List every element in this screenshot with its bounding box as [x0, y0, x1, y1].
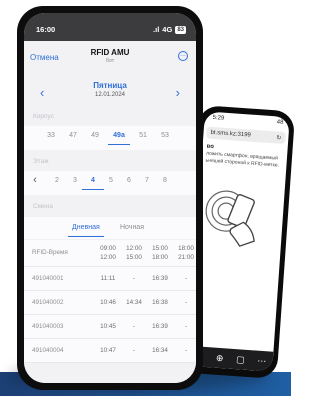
floor-option[interactable]: 7 — [138, 177, 156, 184]
time-cell: 14:34 — [126, 299, 142, 306]
time-cell: 16:38 — [152, 299, 168, 306]
page-subtitle: бот — [105, 58, 115, 64]
building-picker: 33 47 49 49a 51 53 — [24, 126, 196, 150]
table-header-label: RFID-Время — [32, 249, 68, 256]
column-header: 15:00 18:00 — [152, 245, 168, 261]
plus-icon[interactable]: ⊕ — [216, 352, 224, 363]
rfid-tap-illustration — [205, 190, 255, 247]
floor-option[interactable]: 2 — [48, 177, 66, 184]
time-cell: 10:45 — [100, 323, 116, 330]
back-url-text: bt.sms.kz:3199 — [210, 129, 252, 139]
bot-sheet: Отмена RFID AMU бот … ‹ Пятница 12.01.20… — [24, 43, 196, 383]
day-selector: ‹ Пятница 12.01.2024 › — [24, 75, 196, 109]
page-title: RFID AMU — [90, 48, 130, 57]
time-cell: - — [184, 323, 188, 330]
nav-bar: Отмена RFID AMU бот … — [24, 43, 196, 71]
column-header: 09:00 12:00 — [100, 245, 116, 261]
rfid-id: 491040002 — [32, 299, 64, 306]
ellipsis-circle-icon[interactable]: … — [178, 51, 188, 61]
floor-option[interactable]: 6 — [120, 177, 138, 184]
building-label: Корпус — [33, 113, 54, 120]
attendance-table: RFID-Время 09:00 12:00 12:00 15:00 15:00 18… — [24, 240, 196, 363]
rfid-id: 491040003 — [32, 323, 64, 330]
building-option[interactable]: 33 — [42, 132, 60, 139]
day-name: Пятница — [93, 81, 127, 90]
day-date: 12.01.2024 — [94, 92, 126, 98]
front-phone-screen: 16:00 .ıl 4G 83 Отмена RFID AMU бот … ‹ … — [24, 13, 196, 383]
reload-icon[interactable]: ↻ — [276, 134, 282, 141]
time-cell: - — [132, 323, 136, 330]
front-phone: 16:00 .ıl 4G 83 Отмена RFID AMU бот … ‹ … — [17, 6, 203, 390]
building-option[interactable]: 53 — [156, 132, 174, 139]
floor-option-selected[interactable]: 4 — [82, 177, 104, 190]
network-label: 4G — [162, 25, 173, 34]
building-option[interactable]: 51 — [134, 132, 152, 139]
table-header-row: RFID-Время 09:00 12:00 12:00 15:00 15:00 18… — [24, 240, 196, 267]
shift-label: Смена — [33, 203, 53, 210]
time-cell: - — [184, 299, 188, 306]
status-right: .ıl 4G 83 — [153, 25, 186, 34]
time-cell: - — [184, 275, 188, 282]
time-cell: 11:11 — [100, 275, 116, 282]
chevron-left-icon[interactable]: ‹ — [26, 174, 44, 186]
battery-icon: 83 — [175, 25, 186, 34]
time-cell: 16:39 — [152, 323, 168, 330]
chevron-right-icon[interactable]: › — [176, 85, 180, 100]
back-battery: 48 — [276, 119, 284, 126]
tab-day-shift[interactable]: Дневная — [68, 224, 104, 237]
tab-night-shift[interactable]: Ночная — [120, 224, 144, 231]
rfid-id: 491040001 — [32, 275, 64, 282]
table-row[interactable]: 491040002 10:46 14:34 16:38 - — [24, 291, 196, 315]
building-option-selected[interactable]: 49a — [108, 132, 130, 145]
back-instruction: во ложить смартфон, вращаемый ьняшей сто… — [201, 139, 288, 170]
time-cell: 16:39 — [152, 275, 168, 282]
time-cell: - — [132, 275, 136, 282]
signal-icon: .ıl — [153, 25, 160, 34]
floor-option[interactable]: 3 — [66, 177, 84, 184]
shift-tabs: Дневная Ночная — [24, 217, 196, 239]
tabs-icon[interactable]: ▢ — [236, 354, 245, 366]
status-time: 16:00 — [36, 25, 56, 34]
time-cell: 10:47 — [100, 347, 116, 354]
floor-option[interactable]: 8 — [156, 177, 174, 184]
column-header: 18:00 21:00 — [178, 245, 194, 261]
time-cell: - — [132, 347, 136, 354]
table-row[interactable]: 491040001 11:11 - 16:39 - — [24, 267, 196, 291]
time-cell: 10:46 — [100, 299, 116, 306]
status-bar: 16:00 .ıl 4G 83 — [24, 13, 196, 41]
building-option[interactable]: 49 — [86, 132, 104, 139]
column-header: 12:00 15:00 — [126, 245, 142, 261]
floor-label: Этаж — [33, 158, 49, 165]
time-cell: - — [184, 347, 188, 354]
rfid-id: 491040004 — [32, 347, 64, 354]
more-icon[interactable]: ⋯ — [257, 355, 267, 367]
floor-option[interactable]: 5 — [102, 177, 120, 184]
table-row[interactable]: 491040004 10:47 - 16:34 - — [24, 339, 196, 363]
table-row[interactable]: 491040003 10:45 - 16:39 - — [24, 315, 196, 339]
time-cell: 16:34 — [152, 347, 168, 354]
back-time: 5:29 — [212, 114, 225, 122]
floor-picker: ‹ 2 3 4 5 6 7 8 — [24, 171, 196, 195]
building-option[interactable]: 47 — [64, 132, 82, 139]
